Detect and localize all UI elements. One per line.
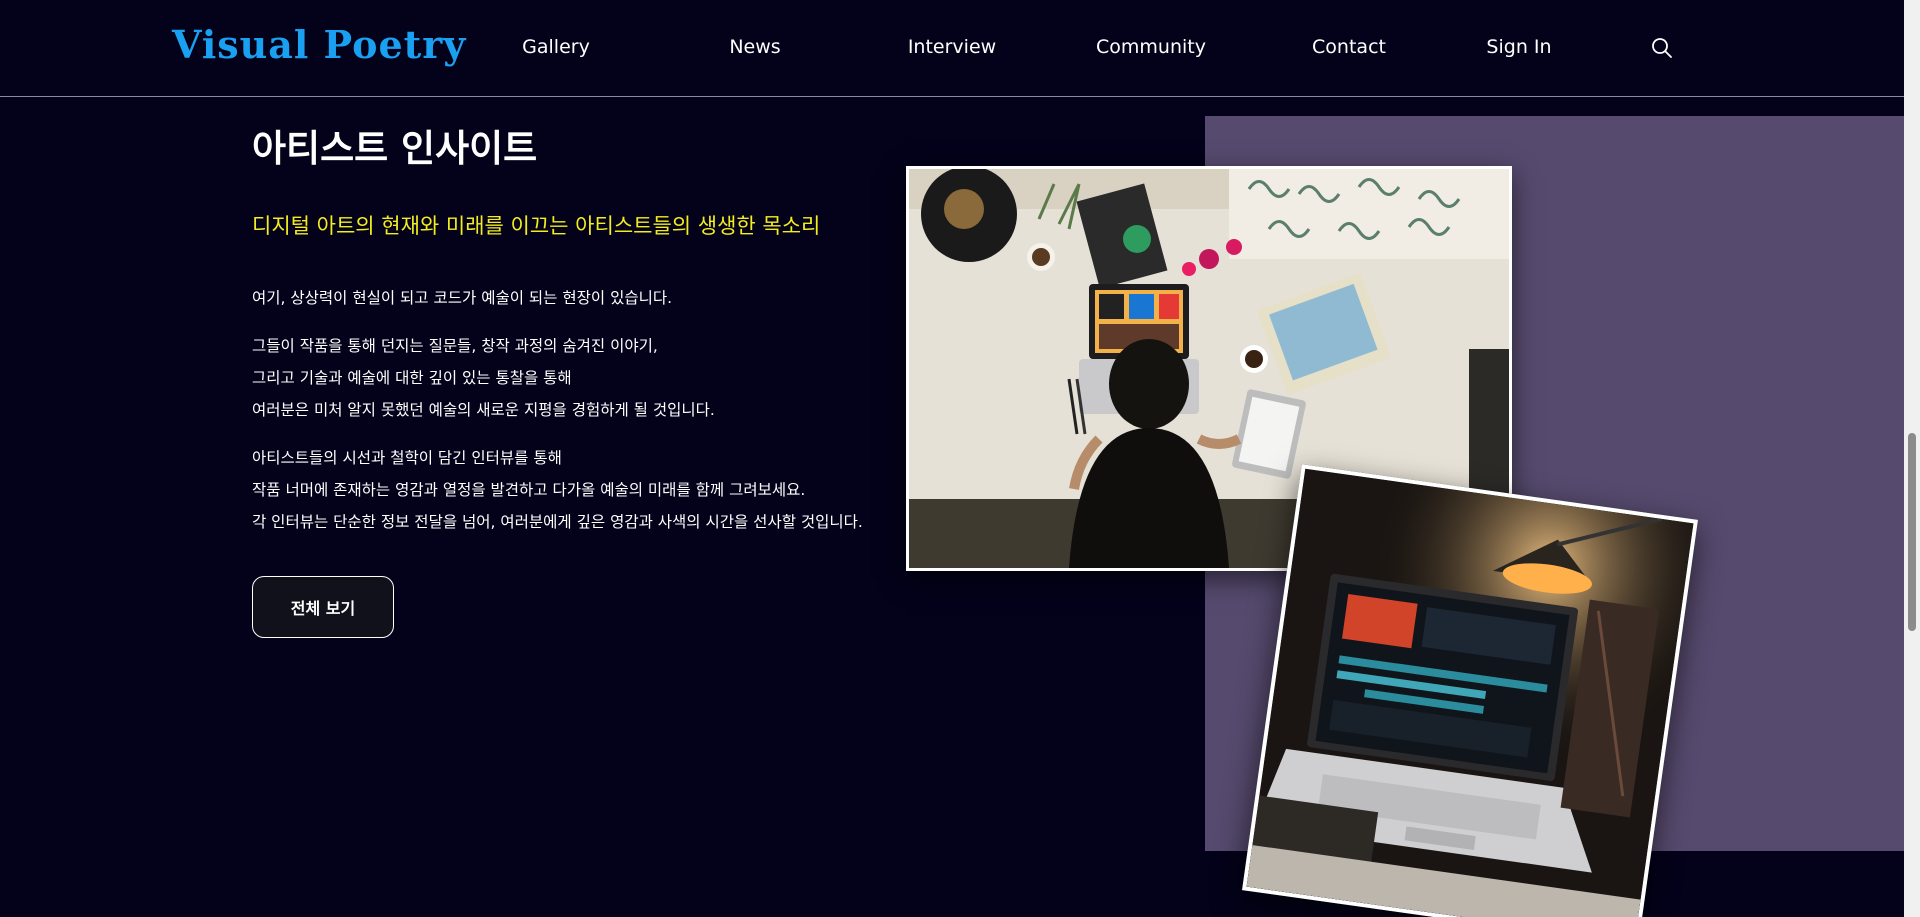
editing-laptop-photo bbox=[1242, 464, 1698, 917]
view-all-button[interactable]: 전체 보기 bbox=[252, 576, 394, 638]
body-line: 그들이 작품을 통해 던지는 질문들, 창작 과정의 숨겨진 이야기, bbox=[252, 337, 658, 355]
body-line: 각 인터뷰는 단순한 정보 전달을 넘어, 여러분에게 깊은 영감과 사색의 시… bbox=[252, 513, 863, 531]
nav-sign-in[interactable]: Sign In bbox=[1486, 36, 1551, 58]
body-line: 아티스트들의 시선과 철학이 담긴 인터뷰를 통해 bbox=[252, 449, 562, 467]
site-logo[interactable]: Visual Poetry bbox=[172, 22, 466, 67]
nav-interview[interactable]: Interview bbox=[908, 36, 996, 58]
nav-news[interactable]: News bbox=[729, 36, 780, 58]
scrollbar-thumb[interactable] bbox=[1908, 433, 1916, 631]
site-header: Visual Poetry Gallery News Interview Com… bbox=[0, 0, 1904, 97]
scrollbar[interactable] bbox=[1904, 0, 1920, 917]
nav-community[interactable]: Community bbox=[1096, 36, 1206, 58]
intro-line: 여기, 상상력이 현실이 되고 코드가 예술이 되는 현장이 있습니다. bbox=[252, 289, 673, 307]
search-icon[interactable] bbox=[1651, 37, 1673, 59]
page: Visual Poetry Gallery News Interview Com… bbox=[0, 0, 1920, 917]
body-line: 그리고 기술과 예술에 대한 깊이 있는 통찰을 통해 bbox=[252, 369, 572, 387]
body-line: 작품 너머에 존재하는 영감과 열정을 발견하고 다가올 예술의 미래를 함께 … bbox=[252, 481, 806, 499]
section-subtitle: 디지털 아트의 현재와 미래를 이끄는 아티스트들의 생생한 목소리 bbox=[252, 214, 821, 238]
nav-contact[interactable]: Contact bbox=[1312, 36, 1386, 58]
section-title: 아티스트 인사이트 bbox=[252, 127, 538, 170]
body-line: 여러분은 미처 알지 못했던 예술의 새로운 지평을 경험하게 될 것입니다. bbox=[252, 401, 715, 419]
nav-gallery[interactable]: Gallery bbox=[522, 36, 590, 58]
